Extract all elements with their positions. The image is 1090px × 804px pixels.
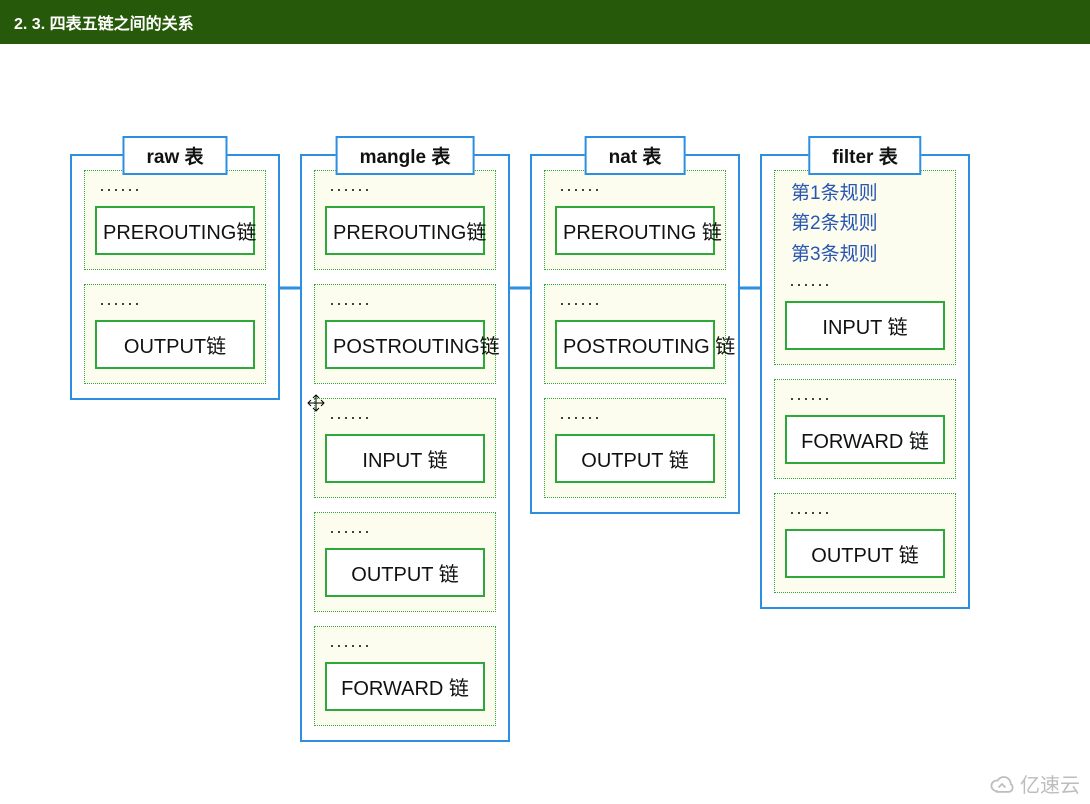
table-filter-slot-0: 第1条规则 第2条规则 第3条规则 ······ INPUT 链 xyxy=(774,170,956,365)
watermark-text: 亿速云 xyxy=(1020,769,1080,798)
chain-nat-output: OUTPUT 链 xyxy=(555,434,715,483)
ellipsis: ······ xyxy=(325,407,485,428)
filter-rule-3: 第3条规则 xyxy=(791,240,945,270)
chain-filter-forward: FORWARD 链 xyxy=(785,415,945,464)
table-mangle-slot-3: ······ OUTPUT 链 xyxy=(314,512,496,612)
chain-raw-prerouting: PREROUTING链 xyxy=(95,206,255,255)
table-mangle: mangle 表 ······ PREROUTING链 ······ POSTR… xyxy=(300,154,510,742)
section-title: 2. 3. 四表五链之间的关系 xyxy=(14,16,194,33)
chain-mangle-output: OUTPUT 链 xyxy=(325,548,485,597)
ellipsis: ······ xyxy=(325,179,485,200)
filter-rule-1: 第1条规则 xyxy=(791,179,945,209)
table-filter-slot-1: ······ FORWARD 链 xyxy=(774,379,956,479)
chain-filter-input: INPUT 链 xyxy=(785,301,945,350)
chain-mangle-forward: FORWARD 链 xyxy=(325,662,485,711)
table-raw-slot-1: ······ OUTPUT链 xyxy=(84,284,266,384)
table-mangle-title: mangle 表 xyxy=(336,136,475,175)
chain-filter-output: OUTPUT 链 xyxy=(785,529,945,578)
chain-nat-postrouting: POSTROUTING 链 xyxy=(555,320,715,369)
filter-rules: 第1条规则 第2条规则 第3条规则 xyxy=(785,179,945,270)
ellipsis: ······ xyxy=(555,407,715,428)
watermark-cloud-icon xyxy=(988,770,1016,798)
table-filter: filter 表 第1条规则 第2条规则 第3条规则 ······ INPUT … xyxy=(760,154,970,609)
ellipsis: ······ xyxy=(785,274,945,295)
table-raw: raw 表 ······ PREROUTING链 ······ OUTPUT链 xyxy=(70,154,280,400)
table-mangle-slot-2: ······ INPUT 链 xyxy=(314,398,496,498)
diagram-canvas: raw 表 ······ PREROUTING链 ······ OUTPUT链 … xyxy=(0,44,1090,804)
table-nat-slot-1: ······ POSTROUTING 链 xyxy=(544,284,726,384)
table-mangle-slot-4: ······ FORWARD 链 xyxy=(314,626,496,726)
table-nat: nat 表 ······ PREROUTING 链 ······ POSTROU… xyxy=(530,154,740,514)
table-raw-title: raw 表 xyxy=(122,136,227,175)
chain-nat-prerouting: PREROUTING 链 xyxy=(555,206,715,255)
ellipsis: ······ xyxy=(325,521,485,542)
move-cursor-icon xyxy=(307,394,325,412)
table-filter-title: filter 表 xyxy=(808,136,921,175)
table-mangle-slot-1: ······ POSTROUTING链 xyxy=(314,284,496,384)
table-nat-slot-2: ······ OUTPUT 链 xyxy=(544,398,726,498)
table-nat-title: nat 表 xyxy=(585,136,686,175)
ellipsis: ······ xyxy=(555,293,715,314)
chain-mangle-postrouting: POSTROUTING链 xyxy=(325,320,485,369)
section-header: 2. 3. 四表五链之间的关系 xyxy=(0,0,1090,44)
chain-mangle-input: INPUT 链 xyxy=(325,434,485,483)
chain-raw-output: OUTPUT链 xyxy=(95,320,255,369)
ellipsis: ······ xyxy=(325,293,485,314)
chain-mangle-prerouting: PREROUTING链 xyxy=(325,206,485,255)
table-mangle-slot-0: ······ PREROUTING链 xyxy=(314,170,496,270)
ellipsis: ······ xyxy=(95,293,255,314)
ellipsis: ······ xyxy=(785,388,945,409)
ellipsis: ······ xyxy=(95,179,255,200)
ellipsis: ······ xyxy=(555,179,715,200)
table-filter-slot-2: ······ OUTPUT 链 xyxy=(774,493,956,593)
table-raw-slot-0: ······ PREROUTING链 xyxy=(84,170,266,270)
ellipsis: ······ xyxy=(325,635,485,656)
table-nat-slot-0: ······ PREROUTING 链 xyxy=(544,170,726,270)
ellipsis: ······ xyxy=(785,502,945,523)
watermark: 亿速云 xyxy=(988,769,1080,798)
filter-rule-2: 第2条规则 xyxy=(791,209,945,239)
